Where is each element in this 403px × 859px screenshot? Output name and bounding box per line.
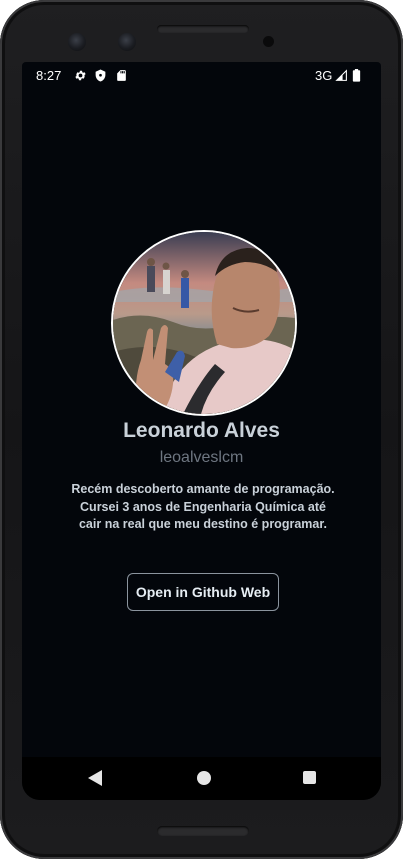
- gear-icon: [75, 70, 86, 81]
- front-camera-icon: [118, 33, 136, 51]
- navigation-bar: [22, 757, 381, 800]
- home-icon[interactable]: [197, 771, 211, 785]
- back-icon[interactable]: [88, 770, 102, 786]
- status-bar: 8:27 3G: [22, 62, 381, 89]
- sd-card-icon: [117, 70, 126, 81]
- profile-photo: [113, 232, 295, 414]
- battery-icon: [352, 69, 361, 82]
- phone-frame: 8:27 3G Leonardo Alves leoalveslcm Recém…: [0, 0, 403, 859]
- network-type: 3G: [315, 68, 333, 83]
- profile-content: Leonardo Alves leoalveslcm Recém descobe…: [22, 89, 381, 757]
- recents-icon[interactable]: [303, 771, 316, 784]
- shield-icon: [95, 69, 106, 82]
- profile-bio: Recém descoberto amante de programação. …: [71, 482, 335, 531]
- screen: 8:27 3G Leonardo Alves leoalveslcm Recém…: [22, 62, 381, 800]
- bottom-speaker: [157, 826, 249, 836]
- status-time: 8:27: [36, 68, 62, 83]
- profile-name: Leonardo Alves: [123, 419, 280, 442]
- proximity-sensor: [263, 36, 274, 47]
- front-camera-icon: [68, 33, 86, 51]
- profile-username: leoalveslcm: [159, 449, 244, 466]
- avatar: [111, 230, 297, 416]
- earpiece-speaker: [157, 25, 249, 33]
- open-github-button[interactable]: Open in Github Web: [127, 573, 279, 611]
- signal-icon: [335, 69, 347, 81]
